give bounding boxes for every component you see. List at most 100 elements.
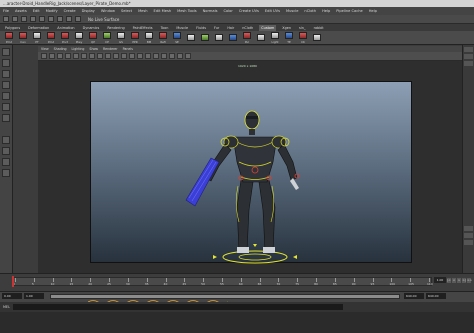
lights-icon[interactable] bbox=[153, 53, 159, 59]
shelf-tool-button[interactable] bbox=[199, 33, 211, 42]
xray-joints-icon[interactable] bbox=[185, 53, 191, 59]
shelf-tab[interactable]: Toon bbox=[159, 25, 171, 31]
time-ruler[interactable]: 0510152025303540455055606570758085909510… bbox=[12, 277, 433, 286]
select-tool-icon[interactable] bbox=[2, 48, 10, 56]
mel-label[interactable]: MEL bbox=[3, 305, 10, 309]
shelf-tab[interactable]: Fluids bbox=[194, 25, 208, 31]
image-plane-icon[interactable] bbox=[65, 53, 71, 59]
shelf-tool-button[interactable]: GS bbox=[115, 31, 127, 44]
snap-point-icon[interactable] bbox=[57, 16, 63, 22]
shelf-tab[interactable]: Hair bbox=[225, 25, 236, 31]
last-tool-icon[interactable] bbox=[2, 114, 10, 122]
layout-two-icon[interactable] bbox=[2, 158, 10, 166]
snap-curve-icon[interactable] bbox=[48, 16, 54, 22]
shelf-tab[interactable]: nCloth bbox=[240, 25, 255, 31]
shelf-tab[interactable]: Dynamics bbox=[81, 25, 102, 31]
shelf-tool-button[interactable]: Refl bbox=[157, 31, 169, 44]
menu-item[interactable]: Edit bbox=[33, 9, 40, 13]
bookmark-icon[interactable] bbox=[57, 53, 63, 59]
tool-settings-tab[interactable] bbox=[464, 61, 473, 66]
shelf-tool-button[interactable] bbox=[311, 33, 323, 42]
menu-item[interactable]: Edit Mesh bbox=[154, 9, 172, 13]
shelf-tool-button[interactable] bbox=[255, 33, 267, 42]
shelf-tool-button[interactable] bbox=[185, 33, 197, 42]
move-tool-icon[interactable] bbox=[2, 81, 10, 89]
current-frame-field[interactable]: 1.00 bbox=[434, 277, 446, 283]
textured-icon[interactable] bbox=[145, 53, 151, 59]
go-to-start-icon[interactable]: |< bbox=[447, 277, 451, 283]
layer-editor-tab[interactable] bbox=[464, 226, 473, 231]
shelf-tab[interactable]: Xgen bbox=[280, 25, 293, 31]
menu-item[interactable]: Window bbox=[101, 9, 115, 13]
shelf-tab[interactable]: rabbit bbox=[312, 25, 326, 31]
shelf-tab[interactable]: Animation bbox=[55, 25, 76, 31]
shelf-tool-button[interactable]: PPR bbox=[129, 31, 141, 44]
command-input[interactable] bbox=[12, 304, 343, 310]
outliner-layout-icon[interactable] bbox=[2, 169, 10, 177]
go-to-end-icon[interactable]: >> bbox=[467, 277, 472, 283]
camera-attributes-icon[interactable] bbox=[49, 53, 55, 59]
scale-tool-icon[interactable] bbox=[2, 103, 10, 111]
shadows-icon[interactable] bbox=[161, 53, 167, 59]
shelf-tool-button[interactable] bbox=[213, 33, 225, 42]
save-scene-icon[interactable] bbox=[21, 16, 27, 22]
menu-item[interactable]: Help bbox=[322, 9, 330, 13]
shelf-tool-button[interactable]: PT bbox=[31, 31, 43, 44]
wireframe-on-shaded-icon[interactable] bbox=[137, 53, 143, 59]
menu-item[interactable]: Mesh Tools bbox=[177, 9, 196, 13]
panel-menu-item[interactable]: Panels bbox=[123, 47, 133, 51]
layout-single-icon[interactable] bbox=[2, 136, 10, 144]
step-back-icon[interactable]: < bbox=[452, 277, 456, 283]
menu-item[interactable]: Muscle bbox=[286, 9, 298, 13]
gate-mask-icon[interactable] bbox=[97, 53, 103, 59]
shelf-tool-button[interactable]: CP bbox=[101, 31, 113, 44]
shelf-tool-button[interactable]: SE bbox=[171, 31, 183, 44]
menu-item[interactable]: Mesh bbox=[138, 9, 147, 13]
lasso-tool-icon[interactable] bbox=[2, 59, 10, 67]
menu-item[interactable]: Assets bbox=[15, 9, 27, 13]
channel-box-tab[interactable] bbox=[464, 47, 473, 52]
shelf-tool-button[interactable]: BM bbox=[143, 31, 155, 44]
attribute-editor-tab[interactable] bbox=[464, 54, 473, 59]
grid-toggle-icon[interactable] bbox=[73, 53, 79, 59]
live-surface-label[interactable]: No Live Surface bbox=[88, 17, 119, 22]
new-scene-icon[interactable] bbox=[3, 16, 9, 22]
shelf-tool-button[interactable]: CK bbox=[297, 31, 309, 44]
layer-row[interactable] bbox=[464, 240, 473, 245]
menu-item[interactable]: Pipeline Cache bbox=[336, 9, 362, 13]
step-forward-icon[interactable]: >| bbox=[462, 277, 466, 283]
shelf-tab[interactable]: PaintEffects bbox=[131, 25, 155, 31]
playback-end-field[interactable]: 640.00 bbox=[404, 293, 424, 299]
open-scene-icon[interactable] bbox=[12, 16, 18, 22]
shelf-tool-button[interactable]: Pul bbox=[241, 31, 253, 44]
film-gate-icon[interactable] bbox=[81, 53, 87, 59]
xray-icon[interactable] bbox=[177, 53, 183, 59]
menu-item[interactable]: nCloth bbox=[304, 9, 316, 13]
camera-select-icon[interactable] bbox=[41, 53, 47, 59]
layer-row[interactable] bbox=[464, 233, 473, 238]
render-icon[interactable] bbox=[75, 16, 81, 22]
start-time-field[interactable]: 0.00 bbox=[2, 293, 22, 299]
shelf-tool-button[interactable]: Cen bbox=[17, 31, 29, 44]
character-rig[interactable] bbox=[91, 82, 413, 264]
layout-four-icon[interactable] bbox=[2, 147, 10, 155]
shelf-tool-button[interactable]: Pmd bbox=[45, 31, 57, 44]
field-chart-icon[interactable] bbox=[105, 53, 111, 59]
shelf-tab[interactable]: Deformation bbox=[26, 25, 51, 31]
panel-menu-item[interactable]: Lighting bbox=[72, 47, 85, 51]
shelf-tool-button[interactable]: Pmd bbox=[3, 31, 15, 44]
rotate-tool-icon[interactable] bbox=[2, 92, 10, 100]
viewport-3d[interactable]: 1920 x 1080 3D Gen(Scale) : persp bbox=[38, 61, 462, 332]
panel-menu-item[interactable]: View bbox=[41, 47, 49, 51]
history-icon[interactable] bbox=[66, 16, 72, 22]
menu-item[interactable]: Select bbox=[121, 9, 132, 13]
end-time-field[interactable]: 640.00 bbox=[426, 293, 446, 299]
shelf-tool-button[interactable]: TE bbox=[283, 31, 295, 44]
menu-item[interactable]: Create bbox=[64, 9, 76, 13]
paint-select-tool-icon[interactable] bbox=[2, 70, 10, 78]
resolution-gate-icon[interactable] bbox=[89, 53, 95, 59]
menu-item[interactable]: Color bbox=[223, 9, 232, 13]
menu-item[interactable]: Modify bbox=[46, 9, 58, 13]
panel-menu-item[interactable]: Shading bbox=[54, 47, 67, 51]
safe-action-icon[interactable] bbox=[113, 53, 119, 59]
